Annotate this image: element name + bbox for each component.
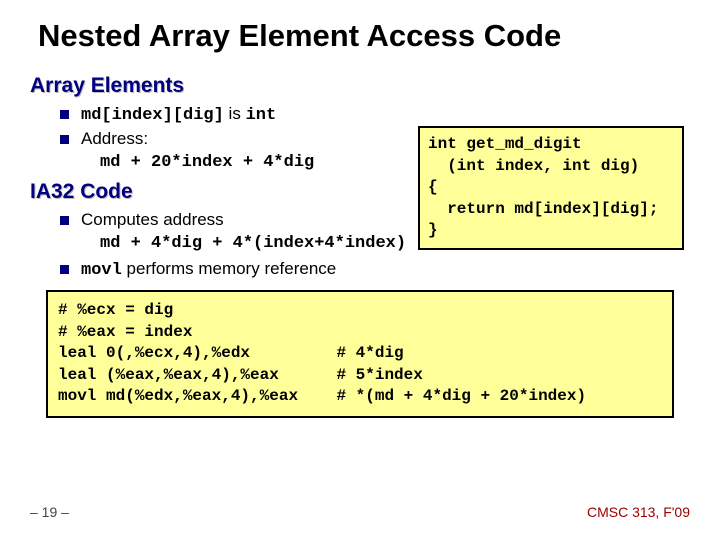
text-inline: performs memory reference — [122, 259, 336, 278]
page-number: – 19 – — [30, 504, 69, 520]
c-code-box: int get_md_digit (int index, int dig) { … — [418, 126, 684, 250]
text-inline: Computes address — [81, 210, 224, 230]
text-inline: is — [224, 104, 246, 123]
bullet-square-icon — [60, 265, 69, 274]
code-inline: int — [246, 106, 277, 125]
asm-code-box: # %ecx = dig # %eax = index leal 0(,%ecx… — [46, 290, 674, 418]
code-inline: movl — [81, 261, 122, 280]
code-inline: md[index][dig] — [81, 106, 224, 125]
bullet-square-icon — [60, 110, 69, 119]
section-array-elements: Array Elements — [30, 74, 690, 98]
bullet-square-icon — [60, 216, 69, 225]
bullet-movl: movl performs memory reference — [60, 259, 690, 280]
text-inline: Address: — [81, 129, 148, 149]
bullet-square-icon — [60, 135, 69, 144]
slide-title: Nested Array Element Access Code — [38, 18, 690, 54]
course-label: CMSC 313, F'09 — [587, 504, 690, 520]
bullet-md-is-int: md[index][dig] is int — [60, 104, 690, 125]
